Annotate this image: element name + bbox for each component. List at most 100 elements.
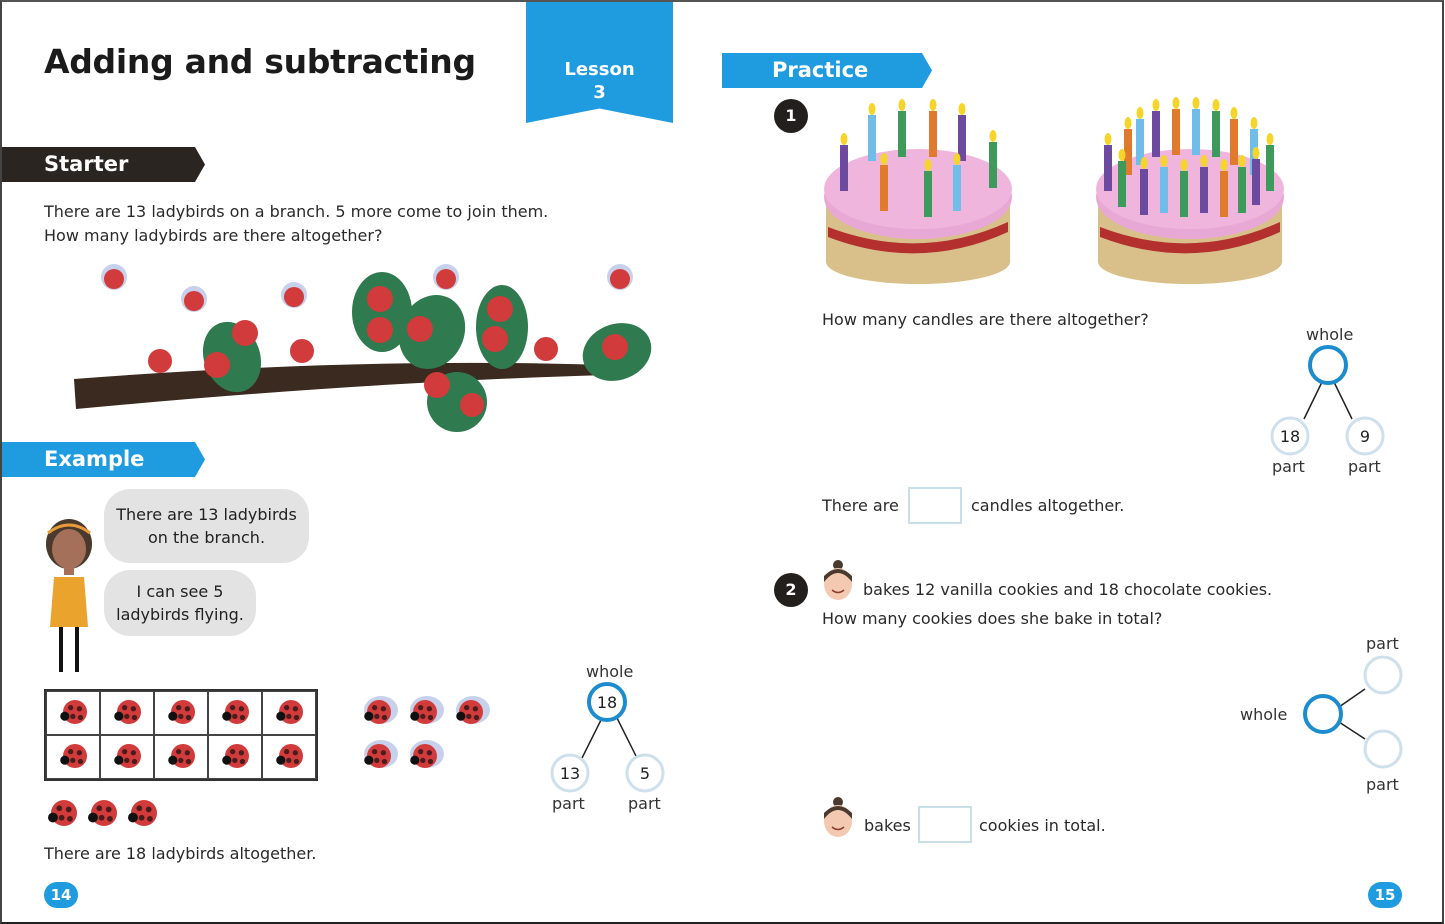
whole-label: whole [1240, 705, 1288, 724]
q2-text-line2: How many cookies does she bake in total? [822, 609, 1163, 628]
candle-icon [953, 153, 961, 211]
candle-icon [880, 153, 888, 211]
whole-value: 18 [597, 693, 617, 712]
ladybird-icon [410, 740, 444, 768]
bubble1-line2: on the branch. [147, 528, 266, 547]
q1-answer-suffix: candles altogether. [971, 496, 1125, 515]
candle-icon [924, 159, 932, 217]
candle-icon [1252, 147, 1260, 205]
q1-part-whole-diagram: 18 9 [1270, 345, 1385, 456]
part1-value: 13 [560, 764, 580, 783]
lesson-number: 3 [593, 82, 606, 103]
whole-label: whole [586, 662, 634, 681]
part2-value: 9 [1360, 427, 1370, 446]
right-page: Practice 1 How many candles are there al… [722, 0, 1444, 924]
ten-frame-cell [46, 691, 100, 735]
ten-frame-cell [100, 735, 154, 779]
ten-frame-cell [262, 735, 316, 779]
ladybird-icon [168, 700, 195, 724]
left-page: Adding and subtracting Lesson 3 Starter … [0, 0, 722, 924]
part-label: part [1366, 775, 1399, 794]
q1-answer-prefix: There are [822, 496, 899, 515]
candle-icon [1180, 159, 1188, 217]
page-number: 14 [44, 882, 78, 908]
ladybird-icon [114, 700, 141, 724]
cake-illustration-left [824, 99, 1012, 284]
example-part-whole-diagram: 18 13 5 [550, 682, 665, 793]
ladybird-icon [114, 744, 141, 768]
cake-illustration-right [1096, 97, 1284, 284]
baker-girl-face-icon [824, 797, 852, 837]
ten-frame-cell [100, 691, 154, 735]
ladybird-icon [222, 700, 249, 724]
part-label: part [1272, 457, 1305, 476]
whole-label: whole [1306, 325, 1354, 344]
ten-frame-grid [44, 689, 318, 781]
ladybird-icon [168, 744, 195, 768]
candle-icon [1152, 99, 1160, 157]
part-label: part [1348, 457, 1381, 476]
candle-icon [1266, 133, 1274, 191]
ladybird-icon [128, 800, 157, 826]
candle-icon [1140, 157, 1148, 215]
ladybird-icon [276, 700, 303, 724]
ladybird-icon [88, 800, 117, 826]
candle-icon [1104, 133, 1112, 191]
part1-value: 18 [1280, 427, 1300, 446]
part-answer-circle [1363, 655, 1403, 695]
candle-icon [840, 133, 848, 191]
practice-banner: Practice [722, 53, 932, 88]
page-title: Adding and subtracting [44, 42, 476, 81]
starter-text-line2: How many ladybirds are there altogether? [44, 226, 383, 245]
candle-icon [1230, 107, 1238, 165]
ten-frame-cell [262, 691, 316, 735]
example-conclusion: There are 18 ladybirds altogether. [44, 844, 317, 863]
candle-icon [1192, 97, 1200, 155]
lesson-flag: Lesson 3 [526, 2, 673, 123]
ladybird-icon [222, 744, 249, 768]
bubble2-line1: I can see 5 [136, 582, 224, 601]
candle-icon [1212, 99, 1220, 157]
starter-text-line1: There are 13 ladybirds on a branch. 5 mo… [44, 202, 549, 221]
speech-bubble-branch: There are 13 ladybirds on the branch. [104, 489, 309, 563]
ladybird-icon [276, 744, 303, 768]
ladybird-icon [60, 700, 87, 724]
q1-question: How many candles are there altogether? [822, 310, 1149, 329]
q1-answer-box[interactable] [908, 487, 962, 524]
q2-answer-prefix: bakes [864, 816, 911, 835]
candle-icon [989, 130, 997, 188]
candle-icon [868, 103, 876, 161]
part-label: part [1366, 634, 1399, 653]
ten-frame-cell [154, 691, 208, 735]
candle-icon [1238, 155, 1246, 213]
whole-answer-circle [1308, 345, 1348, 385]
ten-frame-cell [46, 735, 100, 779]
question-number-badge: 2 [774, 573, 808, 607]
whole-answer-circle [1303, 694, 1343, 734]
bubble2-line2: ladybirds flying. [116, 605, 244, 624]
candle-icon [1160, 155, 1168, 213]
question-number-badge: 1 [774, 99, 808, 133]
part-label: part [628, 794, 661, 813]
part2-value: 5 [640, 764, 650, 783]
part-label: part [552, 794, 585, 813]
candle-icon [1118, 149, 1126, 207]
ladybird-icon [456, 696, 490, 724]
q2-text-line1: bakes 12 vanilla cookies and 18 chocolat… [863, 580, 1273, 599]
part-answer-circle [1363, 729, 1403, 769]
speech-bubble-flying: I can see 5 ladybirds flying. [104, 570, 256, 636]
candle-icon [958, 103, 966, 161]
page-number: 15 [1368, 882, 1402, 908]
q2-part-whole-diagram [1303, 655, 1403, 769]
baker-girl-face-icon [824, 560, 852, 600]
candle-icon [1172, 97, 1180, 155]
q2-answer-box[interactable] [918, 806, 972, 843]
ladybird-icon [48, 800, 77, 826]
lesson-label: Lesson [564, 59, 635, 80]
candle-icon [898, 99, 906, 157]
ladybird-icon [60, 744, 87, 768]
bubble1-line1: There are 13 ladybirds [116, 505, 297, 524]
ten-frame-cell [208, 691, 262, 735]
candle-icon [1200, 155, 1208, 213]
girl-character-illustration [46, 519, 92, 672]
